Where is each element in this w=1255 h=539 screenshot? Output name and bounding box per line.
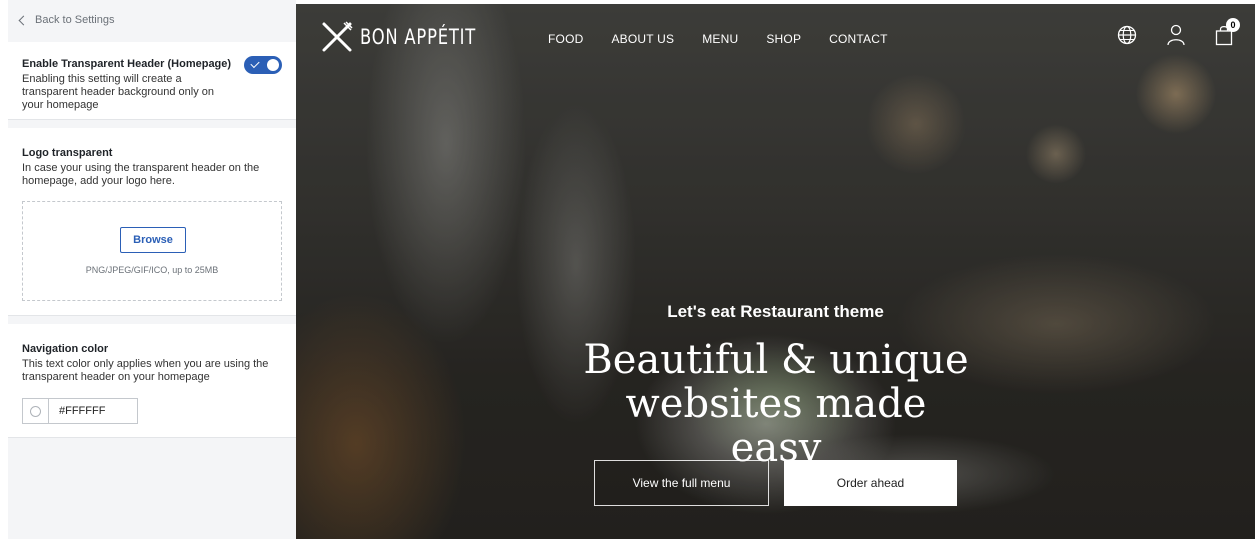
- hero-headline: Beautiful & unique websites made easy: [583, 337, 969, 471]
- color-value[interactable]: #FFFFFF: [49, 405, 105, 417]
- cart-button[interactable]: 0: [1215, 18, 1240, 46]
- file-types-hint: PNG/JPEG/GIF/ICO, up to 25MB: [85, 265, 219, 275]
- back-label: Back to Settings: [35, 14, 115, 26]
- crossed-utensils-icon: [322, 21, 353, 52]
- settings-panel: Back to Settings Enable Transparent Head…: [8, 0, 296, 539]
- color-swatch: [30, 405, 41, 417]
- site-logo[interactable]: BON APPÉTIT: [320, 20, 509, 54]
- navigation-color-field[interactable]: #FFFFFF: [22, 398, 138, 424]
- toggle-knob: [267, 59, 279, 71]
- nav-item-contact[interactable]: CONTACT: [829, 32, 888, 46]
- main-navigation: FOOD ABOUT US MENU SHOP CONTACT: [548, 32, 888, 46]
- setting-description: In case your using the transparent heade…: [22, 162, 260, 187]
- navigation-color-setting: Navigation color This text color only ap…: [8, 324, 296, 438]
- logo-dropzone[interactable]: Browse PNG/JPEG/GIF/ICO, up to 25MB: [22, 201, 282, 301]
- check-icon: [250, 58, 260, 69]
- brand-name: BON APPÉTIT: [360, 25, 477, 49]
- transparent-header-toggle[interactable]: [244, 56, 282, 74]
- setting-title: Enable Transparent Header (Homepage): [22, 58, 232, 70]
- setting-description: Enabling this setting will create a tran…: [22, 73, 215, 111]
- transparent-header-setting: Enable Transparent Header (Homepage) Ena…: [8, 42, 296, 120]
- view-menu-button[interactable]: View the full menu: [594, 460, 769, 506]
- cart-count-badge: 0: [1226, 18, 1240, 32]
- browse-button[interactable]: Browse: [120, 227, 186, 253]
- setting-description: This text color only applies when you ar…: [22, 358, 269, 383]
- setting-title: Navigation color: [22, 343, 109, 355]
- logo-transparent-setting: Logo transparent In case your using the …: [8, 128, 296, 316]
- back-to-settings-link[interactable]: Back to Settings: [8, 0, 296, 40]
- user-icon[interactable]: [1167, 24, 1185, 46]
- nav-item-menu[interactable]: MENU: [702, 32, 738, 46]
- nav-item-shop[interactable]: SHOP: [766, 32, 801, 46]
- nav-item-food[interactable]: FOOD: [548, 32, 583, 46]
- setting-title: Logo transparent: [22, 147, 113, 159]
- color-swatch-button[interactable]: [23, 399, 49, 423]
- hero-eyebrow: Let's eat Restaurant theme: [667, 302, 884, 321]
- order-ahead-button[interactable]: Order ahead: [784, 460, 957, 506]
- globe-icon[interactable]: [1117, 25, 1137, 45]
- header-icons: 0: [1117, 18, 1240, 46]
- chevron-left-icon: [18, 15, 29, 25]
- homepage-preview: BON APPÉTIT FOOD ABOUT US MENU SHOP CONT…: [296, 4, 1255, 539]
- nav-item-about-us[interactable]: ABOUT US: [611, 32, 674, 46]
